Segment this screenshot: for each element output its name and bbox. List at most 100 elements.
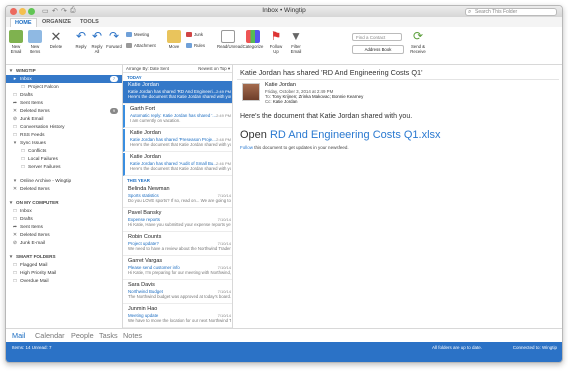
message-item[interactable]: Garth Fort Automatic reply: Katie Jordan …: [123, 105, 232, 128]
meeting-button[interactable]: Meeting: [126, 32, 149, 38]
forward-button[interactable]: ↷ Forward: [105, 30, 123, 50]
follow-up-button[interactable]: ⚑ Follow Up: [268, 29, 284, 55]
message-preview: Here's the document that Katie Jordan sh…: [130, 166, 231, 171]
reply-all-button[interactable]: ↶ Reply All: [90, 29, 104, 55]
message-item[interactable]: Katie Jordan Katie Jordan has shared 'Aud…: [123, 153, 232, 176]
move-button[interactable]: Move: [167, 30, 181, 49]
folder-icon: ▸: [13, 76, 17, 82]
nav-tasks[interactable]: Tasks: [99, 331, 118, 340]
group-header[interactable]: TODAY: [123, 74, 232, 81]
folder-label: SMART FOLDERS: [16, 254, 56, 259]
folder-item[interactable]: □ Conversation History: [6, 123, 122, 131]
tab-organize[interactable]: ORGANIZE: [38, 18, 75, 26]
folder-item[interactable]: □ Server Failures: [6, 163, 122, 171]
arrange-by-dropdown[interactable]: Arrange By: Date Sent: [126, 65, 169, 73]
address-book-button[interactable]: Address Book: [352, 45, 404, 54]
junk-button[interactable]: Junk: [186, 32, 203, 38]
message-item[interactable]: Katie Jordan Katie Jordan has shared 'Pre…: [123, 129, 232, 152]
follow-link[interactable]: Follow: [240, 145, 253, 150]
folder-item[interactable]: □ Overdue Mail: [6, 277, 122, 285]
flag-icon: ⚑: [270, 29, 282, 43]
reply-button[interactable]: ↶ Reply: [74, 30, 88, 50]
message-item[interactable]: Garret Vargas Please send customer info 7/…: [123, 257, 232, 280]
folder-label: Deleted Items: [20, 109, 50, 114]
nav-calendar[interactable]: Calendar: [35, 331, 65, 340]
folder-item[interactable]: ▸ Inbox 7: [6, 75, 122, 83]
cc-recipients[interactable]: Katie Jordan: [273, 99, 298, 104]
tab-tools[interactable]: TOOLS: [76, 18, 103, 26]
unread-badge: 9: [110, 108, 118, 114]
section-header[interactable]: ▾ WINGTIP: [6, 67, 122, 75]
message-item[interactable]: Katie Jordan Katie Jordan has shared 'RD …: [123, 81, 232, 104]
new-items-button[interactable]: New Items: [27, 30, 43, 54]
folder-label: Server Failures: [28, 165, 61, 170]
message-subject: Automatic reply: Katie Jordan has shared…: [130, 112, 217, 118]
message-subject-line: Please send customer info 7/10/14: [128, 265, 231, 271]
folder-item[interactable]: ✕ Deleted Items: [6, 231, 122, 239]
folder-item[interactable]: ▾ Online Archive - Wingtip: [6, 177, 122, 185]
folder-icon: □: [13, 124, 17, 130]
message-item[interactable]: Junmin Hao Meeting update 7/10/14 We have t…: [123, 305, 232, 328]
open-document-link[interactable]: RD And Engineering Costs Q1.xlsx: [270, 129, 441, 141]
nav-people[interactable]: People: [71, 331, 94, 340]
folder-item[interactable]: ✕ Deleted Items 9: [6, 107, 122, 115]
message-item[interactable]: Robin Counts Project update? 7/10/14 We nee…: [123, 233, 232, 256]
search-placeholder: Search This Folder: [475, 9, 518, 15]
rules-button[interactable]: Rules: [186, 43, 205, 49]
message-item[interactable]: Sara Davis Northwind Budget 7/10/14 The Nor…: [123, 281, 232, 304]
message-preview: Hi Katie, Have you submitted your expens…: [128, 222, 231, 227]
folder-item[interactable]: □ Flagged Mail: [6, 261, 122, 269]
folder-item[interactable]: □ RSS Feeds: [6, 131, 122, 139]
folder-item[interactable]: □ High Priority Mail: [6, 269, 122, 277]
folder-item[interactable]: □ Local Failures: [6, 155, 122, 163]
send-receive-button[interactable]: ⟳ Send & Receive: [408, 30, 428, 55]
folder-item[interactable]: □ Drafts: [6, 91, 122, 99]
new-email-button[interactable]: New Email: [8, 30, 24, 54]
meeting-label: Meeting: [134, 32, 150, 37]
search-input[interactable]: ⌕ Search This Folder: [465, 8, 557, 16]
rules-label: Rules: [194, 43, 205, 48]
folder-item[interactable]: ⊘ Junk Email: [6, 115, 122, 123]
nav-notes[interactable]: Notes: [123, 331, 142, 340]
sender-name[interactable]: Katie Jordan: [265, 82, 296, 89]
tab-home[interactable]: HOME: [10, 18, 37, 27]
folder-icon: [167, 30, 181, 43]
message-preview: Here's the document that Katie Jordan sh…: [130, 142, 231, 147]
nav-mail[interactable]: Mail: [12, 331, 25, 340]
folder-item[interactable]: □ Conflicts: [6, 147, 122, 155]
folder-item[interactable]: □ Drafts: [6, 215, 122, 223]
folder-pane: ▾ WINGTIP ▸ Inbox 7 □ Project Falcon □ Drafts ➦ Se…: [6, 65, 123, 328]
message-time: 2:49 PM: [216, 112, 231, 118]
folder-item[interactable]: ➦ Sent Items: [6, 99, 122, 107]
section-header[interactable]: ▾ ON MY COMPUTER: [6, 199, 122, 207]
section-header[interactable]: ▾ SMART FOLDERS: [6, 253, 122, 261]
arrange-bar: Arrange By: Date Sent Newest on Top ▾: [123, 65, 232, 73]
message-preview: Hi Katie, I'm preparing for our meeting …: [128, 270, 231, 275]
reply-all-icon: ↶: [91, 29, 103, 43]
message-item[interactable]: Pavel Bansky Expense reports 7/10/14 Hi Kat…: [123, 209, 232, 232]
filter-email-button[interactable]: ▼ Filter Email: [288, 30, 304, 55]
read-unread-button[interactable]: Read/Unread: [217, 30, 243, 49]
categorize-label: Categorize: [242, 44, 264, 49]
folder-label: Conflicts: [28, 149, 47, 154]
folder-label: Conversation History: [20, 125, 65, 130]
find-contact-input[interactable]: Find a Contact: [352, 33, 402, 41]
message-preview: Here's the document that Katie Jordan sh…: [128, 94, 231, 99]
folder-item[interactable]: ➦ Sent Items: [6, 223, 122, 231]
folder-icon: □: [13, 132, 17, 138]
delete-button[interactable]: ✕ Delete: [47, 30, 65, 49]
folder-label: ON MY COMPUTER: [16, 200, 59, 205]
sort-order-dropdown[interactable]: Newest on Top ▾: [198, 65, 230, 73]
categorize-button[interactable]: Categorize: [242, 30, 264, 49]
folder-item[interactable]: ✕ Deleted Items: [6, 185, 122, 193]
message-item[interactable]: Belinda Newman Sports statistics 7/10/14 Do…: [123, 185, 232, 208]
folder-item[interactable]: □ Inbox: [6, 207, 122, 215]
delete-label: Delete: [49, 44, 63, 49]
attachment-button[interactable]: Attachment: [126, 43, 156, 49]
unread-badge: 7: [110, 76, 118, 82]
folder-item[interactable]: ▾ Sync Issues: [6, 139, 122, 147]
cc-label: Cc:: [265, 99, 272, 104]
group-header[interactable]: THIS YEAR: [123, 177, 232, 184]
folder-item[interactable]: □ Project Falcon: [6, 83, 122, 91]
folder-item[interactable]: ⊘ Junk E-mail: [6, 239, 122, 247]
